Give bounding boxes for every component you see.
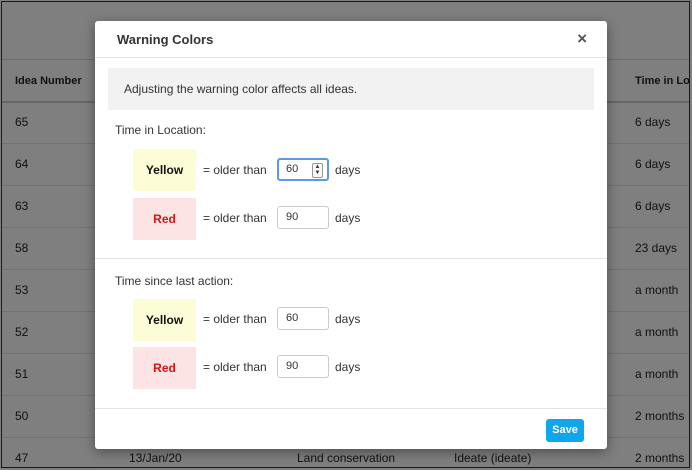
input-value: 60 <box>286 163 299 175</box>
spinner-icon[interactable]: ▲ ▼ <box>312 163 323 178</box>
warning-colors-modal: Warning Colors × Adjusting the warning c… <box>95 21 607 449</box>
input-value: 90 <box>286 211 299 223</box>
action-red-days-input[interactable]: 90 <box>277 355 329 378</box>
close-icon[interactable]: × <box>577 30 587 47</box>
section-label-time-since-last-action: Time since last action: <box>115 274 234 288</box>
older-than-label: = older than <box>203 163 267 177</box>
older-than-label: = older than <box>203 312 267 326</box>
yellow-swatch: Yellow <box>133 299 196 341</box>
older-than-label: = older than <box>203 211 267 225</box>
input-value: 60 <box>286 312 299 324</box>
save-button[interactable]: Save <box>546 419 584 442</box>
days-label: days <box>335 312 361 326</box>
yellow-swatch: Yellow <box>133 149 196 191</box>
action-yellow-days-input[interactable]: 60 <box>277 307 329 330</box>
days-label: days <box>335 163 361 177</box>
location-red-days-input[interactable]: 90 <box>277 206 329 229</box>
section-divider <box>95 258 607 259</box>
modal-header: Warning Colors × <box>95 21 607 58</box>
red-swatch: Red <box>133 198 196 240</box>
red-swatch: Red <box>133 347 196 389</box>
days-label: days <box>335 211 361 225</box>
location-yellow-days-input[interactable]: 60 ▲ ▼ <box>277 158 329 181</box>
modal-title: Warning Colors <box>117 32 214 47</box>
input-value: 90 <box>286 360 299 372</box>
info-message: Adjusting the warning color affects all … <box>108 68 594 110</box>
older-than-label: = older than <box>203 360 267 374</box>
section-label-time-in-location: Time in Location: <box>115 123 206 137</box>
days-label: days <box>335 360 361 374</box>
modal-footer: Save <box>95 408 607 449</box>
